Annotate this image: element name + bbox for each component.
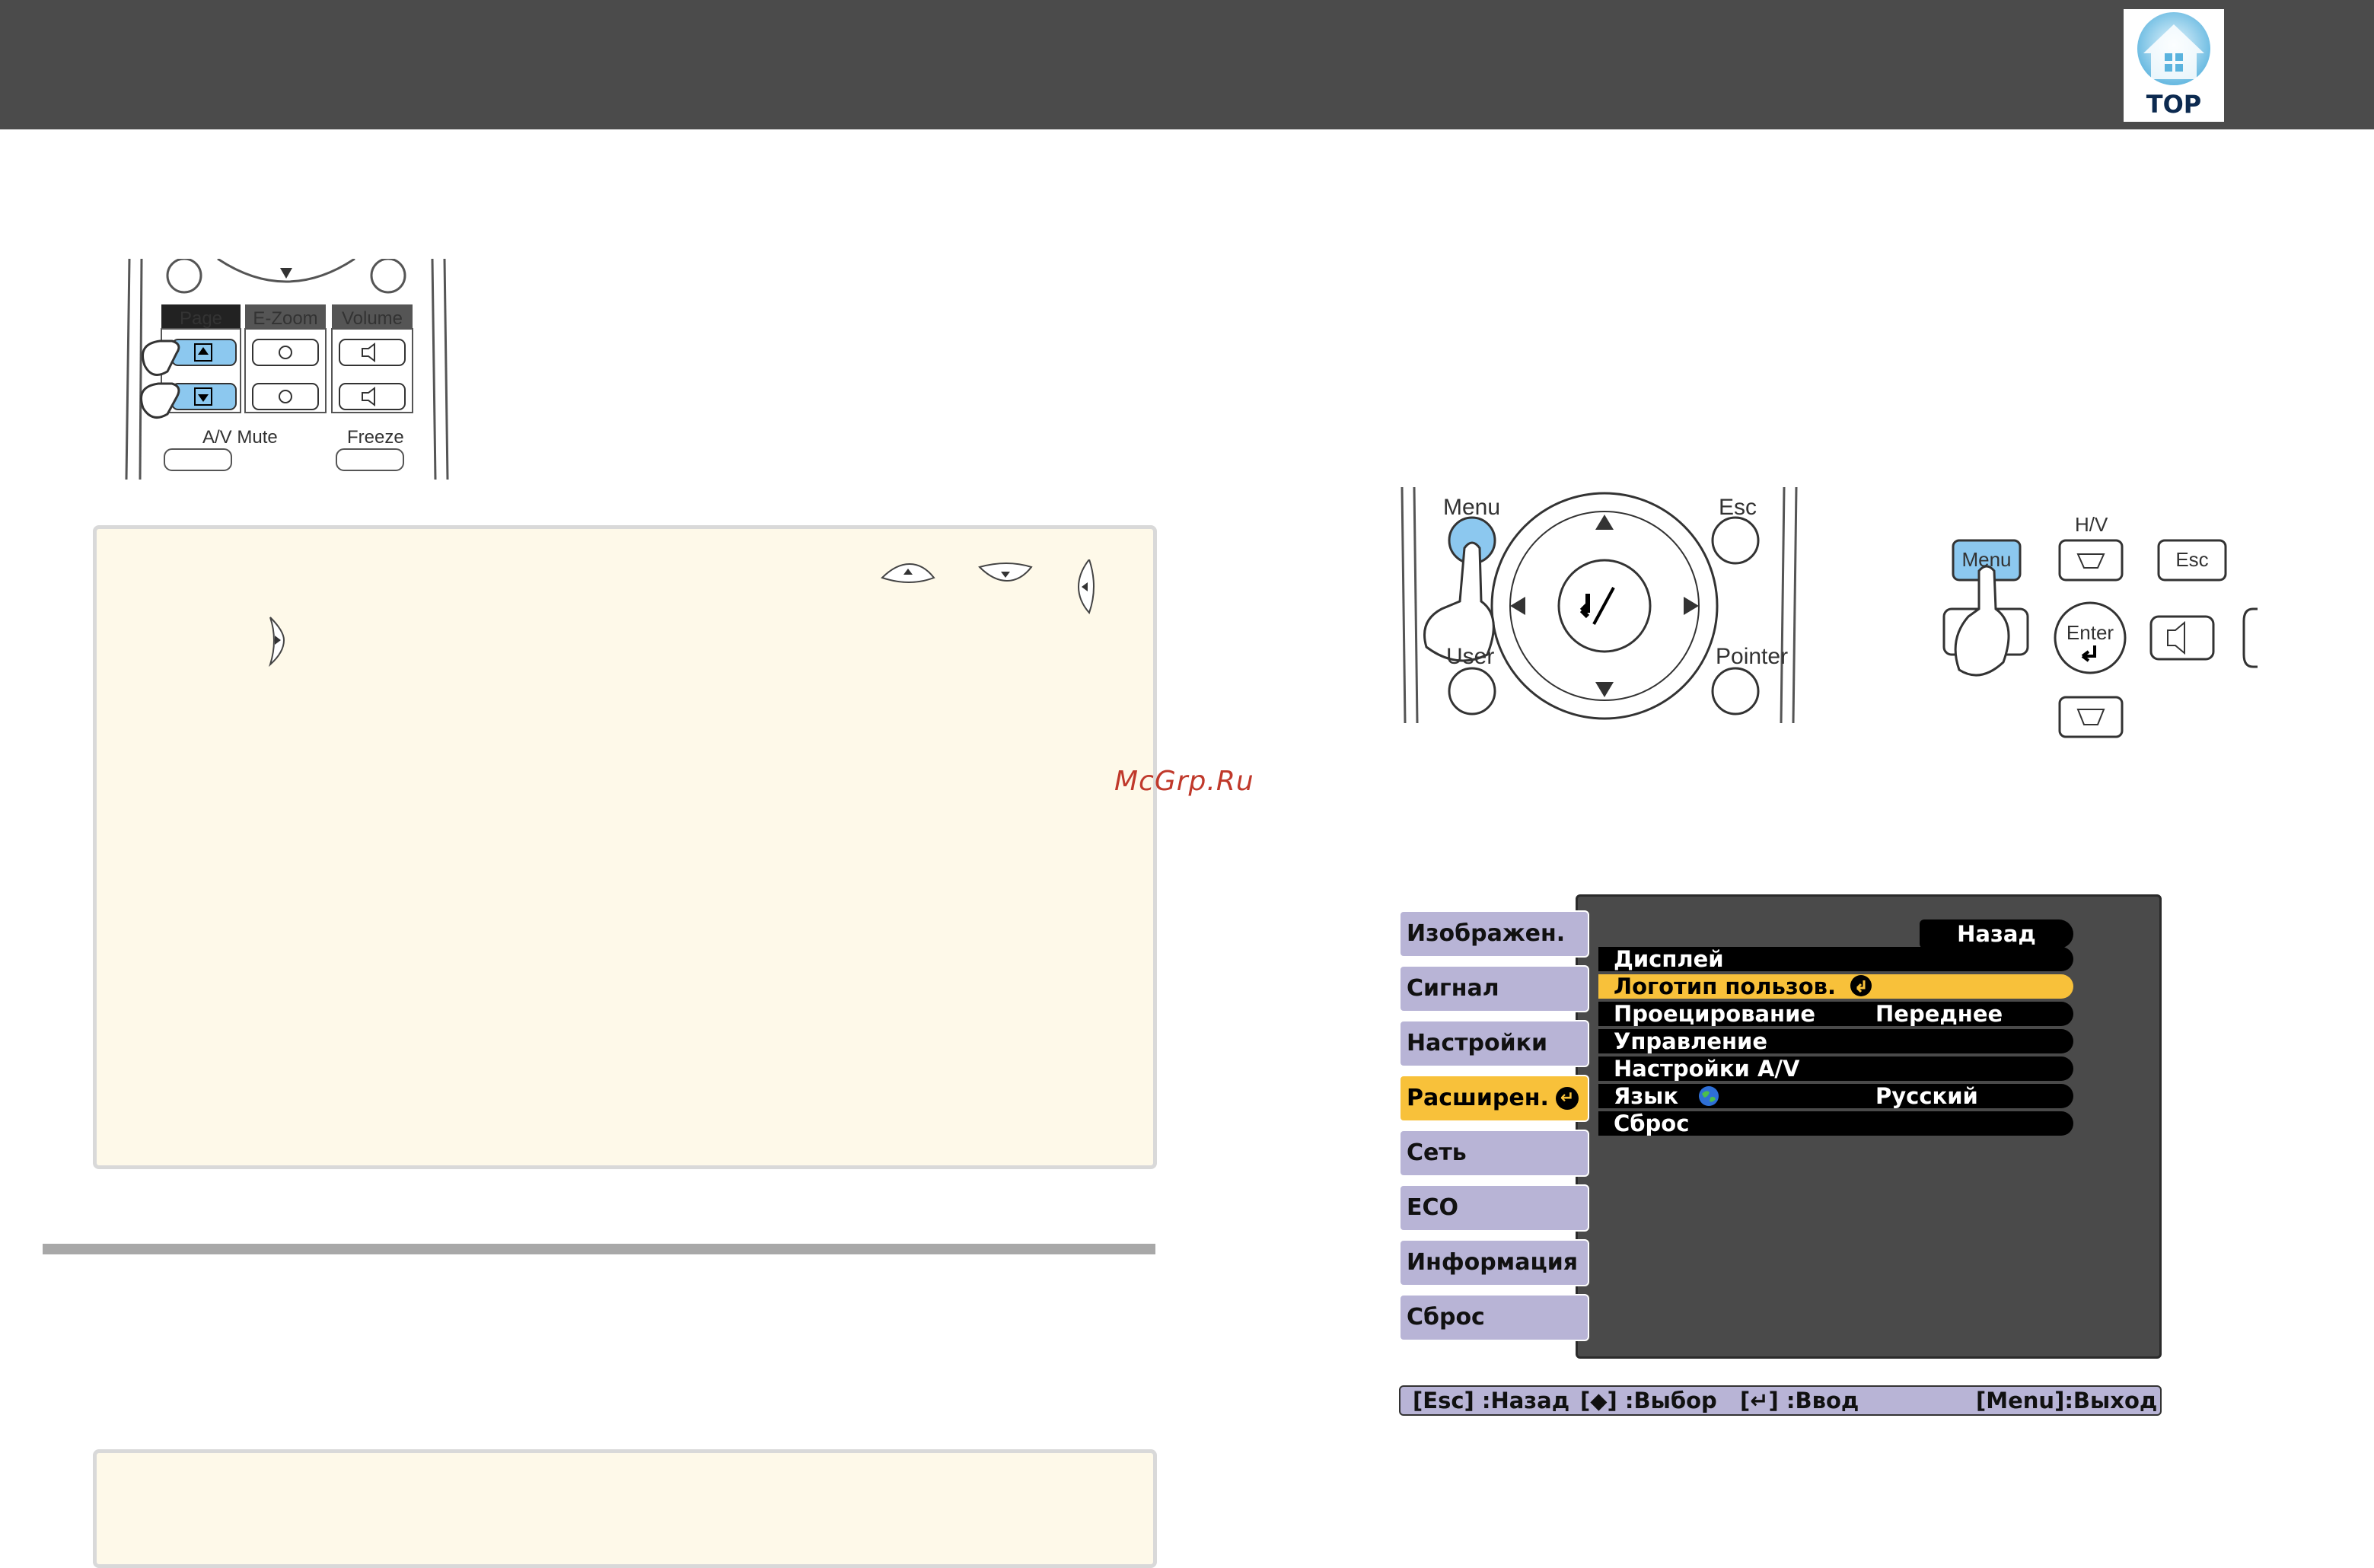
tab-extended[interactable]: Расширен. ↵ xyxy=(1399,1075,1589,1122)
menu-label: Menu xyxy=(1443,495,1500,520)
pointer-label: Pointer xyxy=(1716,644,1788,669)
note-box-lower xyxy=(93,1449,1157,1568)
hv-label: H/V xyxy=(2075,513,2108,536)
status-esc: [Esc] :Назад xyxy=(1413,1388,1570,1413)
status-exit: [Menu]:Выход xyxy=(1976,1388,2158,1413)
menu-row-av-settings[interactable]: Настройки A/V xyxy=(1598,1056,2073,1081)
globe-icon xyxy=(1697,1085,1720,1112)
menu-row-reset[interactable]: Сброс xyxy=(1598,1111,2073,1136)
user-label: User xyxy=(1446,644,1494,669)
av-mute-label: A/V Mute xyxy=(202,427,278,448)
enter-icon xyxy=(1850,974,1872,1002)
menu-row-operation[interactable]: Управление xyxy=(1598,1029,2073,1053)
menu-status-bar: [Esc] :Назад [◆] :Выбор [↵] :Ввод [Menu]… xyxy=(1399,1385,2162,1416)
status-enter: [↵] :Ввод xyxy=(1740,1388,1859,1413)
page-label: Page xyxy=(180,308,222,329)
right-arrow-button-icon xyxy=(268,617,285,668)
enter-icon: ↵ xyxy=(1556,1087,1579,1110)
panel-enter-label: Enter xyxy=(2066,621,2114,644)
tab-info[interactable]: Информация xyxy=(1399,1239,1589,1286)
control-panel-illustration: H/V Menu Esc Enter xyxy=(1942,513,2258,738)
remote-menu-illustration: Menu Esc User Pointer xyxy=(1401,487,1798,724)
esc-label: Esc xyxy=(1719,495,1757,520)
home-icon xyxy=(2137,12,2210,85)
ezoom-label: E-Zoom xyxy=(253,308,317,329)
top-link[interactable]: TOP xyxy=(2124,9,2224,122)
header-bar xyxy=(0,0,2374,129)
tab-eco[interactable]: ECO xyxy=(1399,1184,1589,1232)
status-select: [◆] :Выбор xyxy=(1580,1388,1717,1413)
note-box-upper xyxy=(93,525,1157,1169)
menu-row-language[interactable]: Язык Русский xyxy=(1598,1084,2073,1108)
top-logo-text: TOP xyxy=(2146,90,2202,119)
tab-network[interactable]: Сеть xyxy=(1399,1130,1589,1177)
menu-row-display[interactable]: Дисплей xyxy=(1598,947,2073,971)
panel-esc-label: Esc xyxy=(2175,548,2208,571)
menu-row-user-logo[interactable]: Логотип пользов. xyxy=(1598,974,2073,999)
menu-row-projection[interactable]: Проецирование Переднее xyxy=(1598,1002,2073,1026)
section-divider xyxy=(43,1244,1155,1254)
tab-signal[interactable]: Сигнал xyxy=(1399,965,1589,1012)
remote-page-illustration: Page E-Zoom Volume A/V Mute Freeze xyxy=(125,259,449,480)
freeze-label: Freeze xyxy=(347,427,404,448)
tab-settings[interactable]: Настройки xyxy=(1399,1020,1589,1067)
tab-reset[interactable]: Сброс xyxy=(1399,1294,1589,1341)
volume-label: Volume xyxy=(342,308,403,329)
watermark: McGrp.Ru xyxy=(1114,766,1254,797)
arrow-buttons-icons xyxy=(881,559,1095,614)
tab-image[interactable]: Изображен. xyxy=(1399,910,1589,958)
back-button[interactable]: Назад xyxy=(1920,919,2073,948)
